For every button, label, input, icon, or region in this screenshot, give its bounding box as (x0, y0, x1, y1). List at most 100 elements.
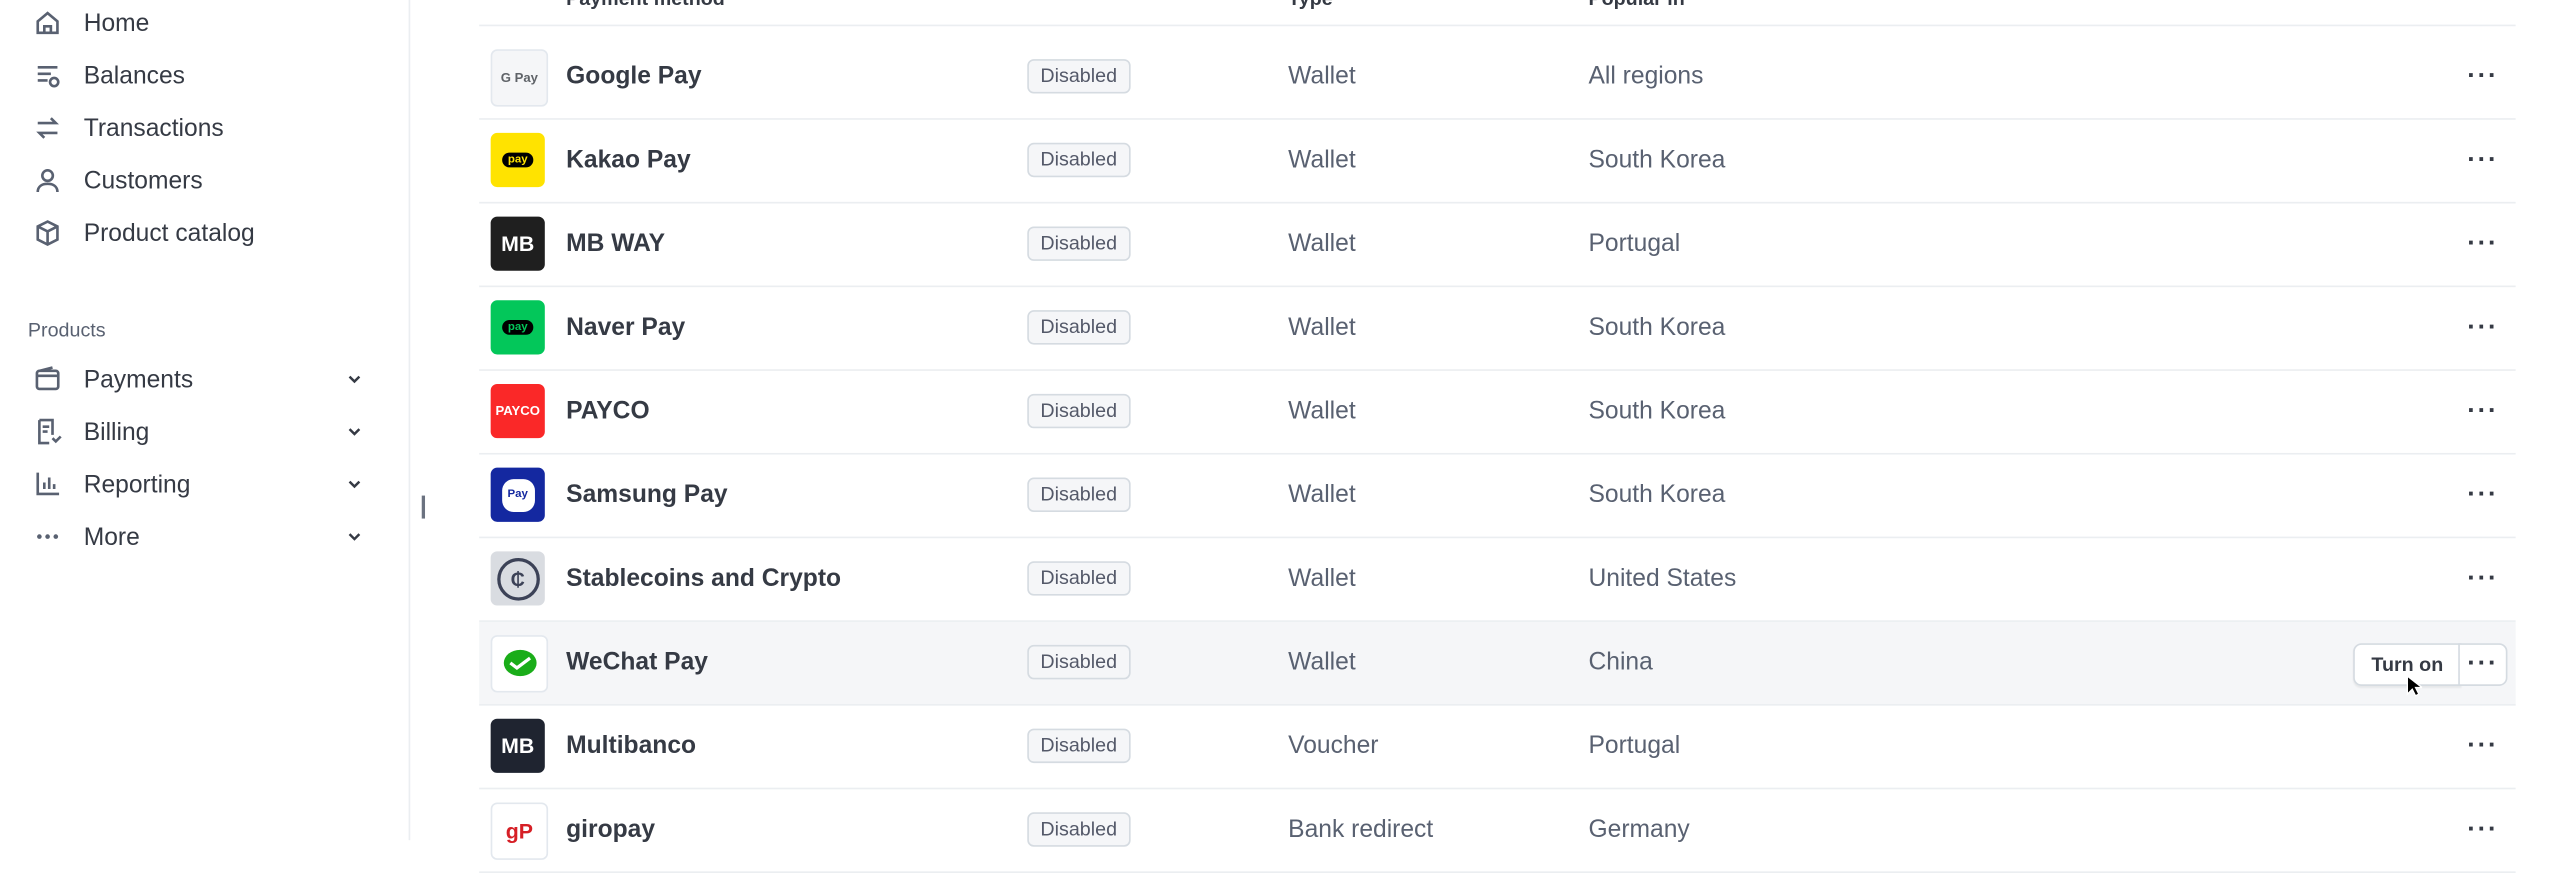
popular-region: South Korea (1588, 313, 1726, 342)
sidebar-item-customers[interactable]: Customers (28, 158, 376, 204)
sidebar-item-transactions[interactable]: Transactions (28, 105, 376, 151)
sidebar-item-label: Payments (83, 365, 194, 394)
payment-method-name[interactable]: Stablecoins and Crypto (566, 565, 841, 593)
table-row[interactable]: pay Kakao Pay Disabled Wallet South Korea ··· (479, 120, 2516, 204)
payments-icon (28, 363, 67, 396)
more-actions-icon[interactable]: ··· (2460, 560, 2506, 599)
section-label-products: Products (27, 318, 106, 342)
status-badge: Disabled (1027, 477, 1131, 512)
chevron-down-icon[interactable] (346, 371, 362, 387)
sidebar-resize-handle[interactable] (421, 495, 426, 519)
more-actions-icon[interactable]: ··· (2460, 476, 2506, 515)
payment-method-logo: MB (490, 718, 545, 773)
payment-method-name[interactable]: Multibanco (566, 732, 696, 760)
sidebar-item-more[interactable]: More (28, 514, 376, 560)
payment-method-logo: MB (490, 216, 545, 271)
table-row[interactable]: pay Naver Pay Disabled Wallet South Korea ··· (479, 287, 2516, 371)
payment-method-name[interactable]: giropay (566, 816, 655, 844)
status-badge: Disabled (1027, 59, 1131, 94)
payment-method-name[interactable]: Google Pay (566, 62, 701, 90)
more-actions-icon[interactable]: ··· (2460, 392, 2506, 431)
transactions-icon (28, 112, 67, 145)
popular-region: Germany (1588, 815, 1690, 844)
payment-method-type: Wallet (1288, 480, 1356, 509)
status-badge: Disabled (1027, 561, 1131, 596)
payment-method-type: Wallet (1288, 564, 1356, 593)
more-actions-icon[interactable]: ··· (2460, 141, 2506, 180)
payment-method-logo: ₵ (490, 551, 545, 606)
table-row[interactable]: PAYCO PAYCO Disabled Wallet South Korea ··· (479, 371, 2516, 455)
payment-method-type: Wallet (1288, 313, 1356, 342)
popular-region: China (1588, 648, 1653, 677)
popular-region: United States (1588, 564, 1737, 593)
more-actions-icon[interactable]: ··· (2458, 643, 2508, 686)
payment-method-logo: G Pay (490, 49, 549, 107)
billing-icon (28, 415, 67, 448)
table-header: Payment method Type Popular in (479, 0, 2516, 27)
status-badge: Disabled (1027, 644, 1131, 680)
payment-method-name[interactable]: PAYCO (566, 397, 649, 425)
more-dots-icon (28, 520, 67, 553)
more-actions-icon[interactable]: ··· (2460, 225, 2506, 264)
payment-method-type: Wallet (1288, 397, 1356, 426)
sidebar-item-label: Product catalog (83, 219, 255, 247)
payment-method-logo: gP (490, 802, 549, 860)
chevron-down-icon[interactable] (346, 528, 362, 544)
sidebar-item-label: Billing (83, 417, 150, 446)
table-row[interactable]: ₵ Stablecoins and Crypto Disabled Wallet Uni… (479, 538, 2516, 622)
payment-method-type: Wallet (1288, 648, 1356, 677)
sidebar-item-label: Customers (83, 166, 203, 195)
table-row[interactable]: gP giropay Disabled Bank redirect Germany ··· (479, 789, 2516, 873)
payment-method-name[interactable]: Naver Pay (566, 313, 685, 341)
balances-icon (28, 59, 67, 92)
popular-region: South Korea (1588, 397, 1726, 426)
sidebar-item-label: Reporting (83, 470, 191, 499)
popular-region: South Korea (1588, 480, 1726, 509)
table-row[interactable]: WeChat Pay Disabled Wallet China Turn on ··· (479, 621, 2516, 706)
chevron-down-icon[interactable] (346, 476, 362, 492)
sidebar-item-reporting[interactable]: Reporting (28, 461, 376, 507)
more-actions-icon[interactable]: ··· (2460, 811, 2506, 850)
payment-method-logo (490, 635, 549, 693)
sidebar-item-label: Transactions (83, 114, 224, 142)
sidebar-item-billing[interactable]: Billing (28, 409, 376, 455)
payment-method-logo: Pay (490, 467, 545, 522)
reporting-icon (28, 468, 67, 501)
payment-method-logo: pay (490, 300, 545, 355)
sidebar-item-balances[interactable]: Balances (28, 53, 376, 99)
home-icon (28, 7, 67, 40)
sidebar-item-label: More (83, 522, 140, 551)
popular-region: Portugal (1588, 229, 1681, 258)
sidebar-item-product-catalog[interactable]: Product catalog (28, 210, 376, 256)
column-header-type: Type (1288, 0, 1333, 10)
status-badge: Disabled (1027, 812, 1131, 847)
column-header-payment-method[interactable]: Payment method (566, 0, 725, 10)
status-badge: Disabled (1027, 310, 1131, 345)
more-actions-icon[interactable]: ··· (2460, 309, 2506, 348)
table-row[interactable]: MB Multibanco Disabled Voucher Portugal ··· (479, 706, 2516, 790)
payment-method-name[interactable]: WeChat Pay (566, 648, 708, 676)
sidebar-item-home[interactable]: Home (28, 0, 376, 46)
more-actions-icon[interactable]: ··· (2460, 727, 2506, 766)
payment-method-logo: PAYCO (490, 383, 545, 439)
payment-method-logo: pay (490, 132, 545, 188)
payment-method-type: Voucher (1288, 731, 1379, 760)
status-badge: Disabled (1027, 728, 1131, 764)
payment-method-name[interactable]: MB WAY (566, 230, 665, 258)
mouse-cursor-icon (2406, 674, 2423, 697)
more-actions-icon[interactable]: ··· (2460, 57, 2506, 96)
table-row[interactable]: MB MB WAY Disabled Wallet Portugal ··· (479, 203, 2516, 288)
payment-method-type: Wallet (1288, 62, 1356, 91)
payment-method-name[interactable]: Kakao Pay (566, 146, 691, 174)
chevron-down-icon[interactable] (346, 423, 362, 439)
table-row[interactable]: Pay Samsung Pay Disabled Wallet South Korea ·… (479, 455, 2516, 539)
table-row[interactable]: G Pay Google Pay Disabled Wallet All regions… (479, 36, 2516, 120)
sidebar-item-payments[interactable]: Payments (28, 356, 376, 402)
sidebar-item-label: Balances (83, 61, 185, 90)
product-catalog-icon (28, 217, 67, 250)
payment-method-name[interactable]: Samsung Pay (566, 481, 727, 509)
payment-method-type: Wallet (1288, 146, 1356, 174)
popular-region: All regions (1588, 62, 1704, 91)
popular-region: Portugal (1588, 731, 1681, 760)
payment-method-type: Bank redirect (1288, 815, 1434, 844)
